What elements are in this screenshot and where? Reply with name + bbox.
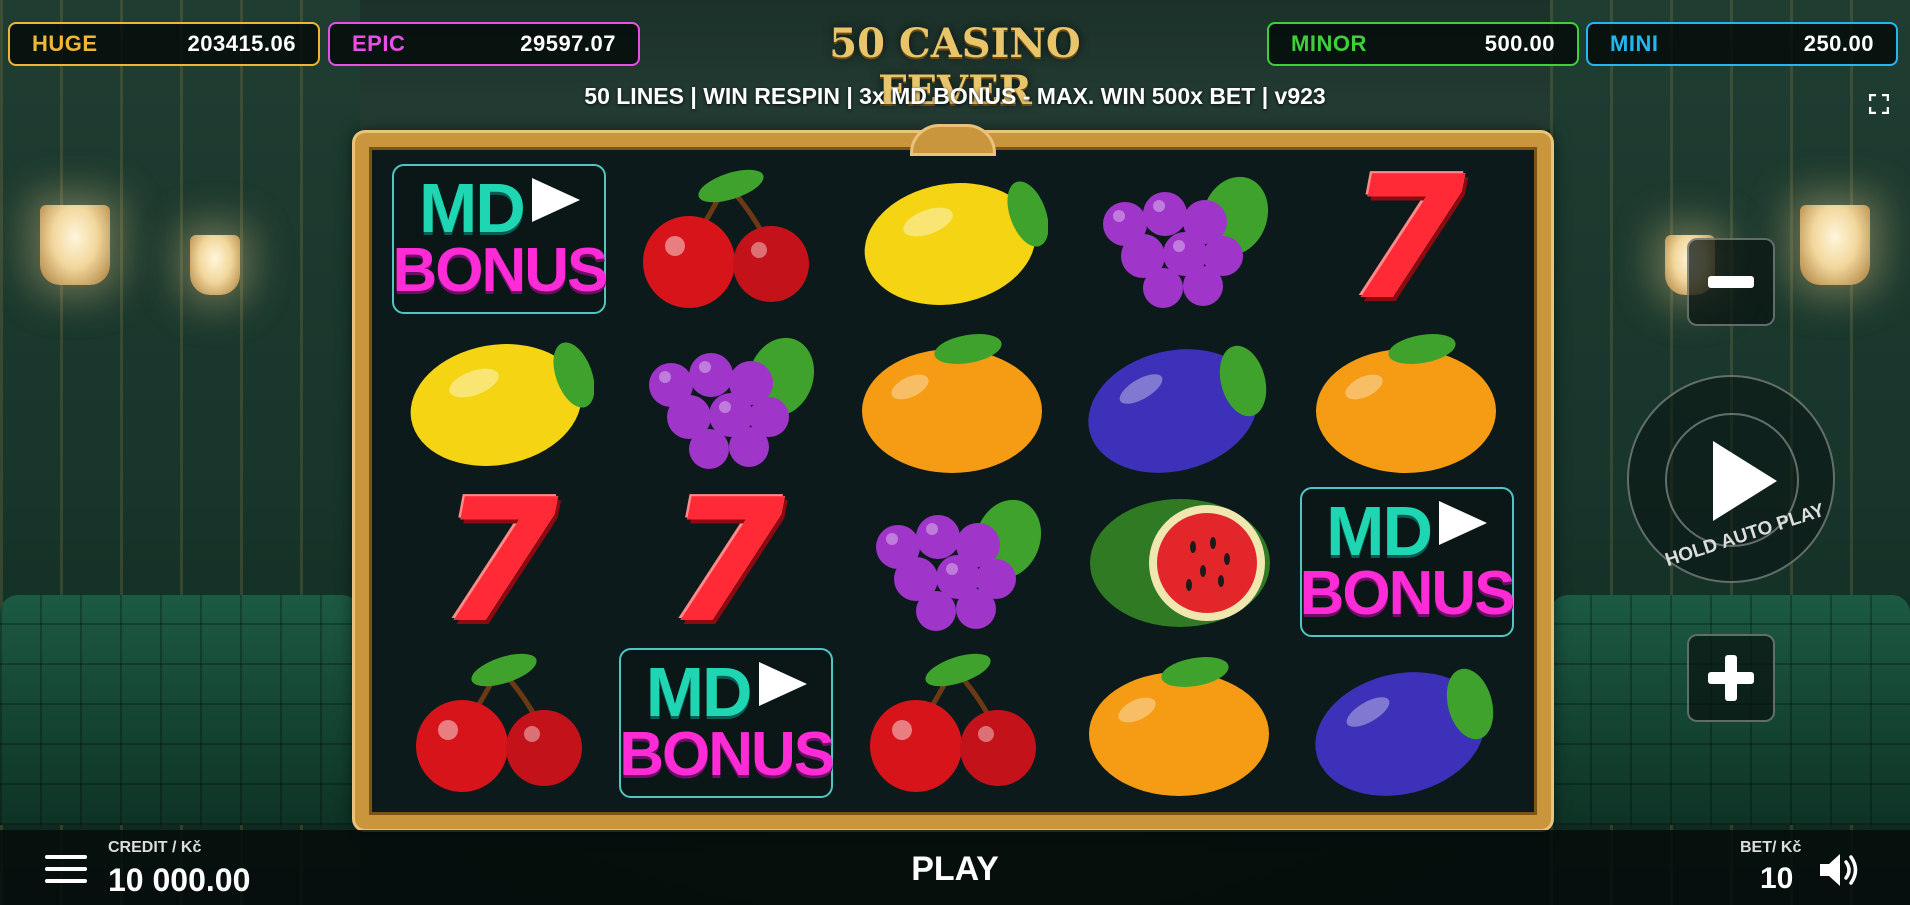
orange-icon bbox=[1315, 334, 1496, 474]
md-bonus-icon: MD BONUS bbox=[1299, 486, 1516, 637]
reel-cell bbox=[391, 323, 608, 479]
reel-cell: 7 bbox=[391, 462, 608, 661]
play-icon bbox=[1713, 441, 1777, 521]
jackpot-huge: HUGE 203415.06 bbox=[8, 22, 320, 66]
reel-cell: 7 bbox=[618, 462, 835, 661]
jackpot-value: 203415.06 bbox=[187, 31, 296, 56]
plum-icon bbox=[1314, 669, 1493, 797]
md-bonus-icon: MD BONUS bbox=[619, 648, 835, 799]
jackpot-value: 250.00 bbox=[1803, 31, 1874, 56]
jackpot-value: 500.00 bbox=[1484, 31, 1555, 56]
reel-cell bbox=[845, 161, 1062, 317]
fullscreen-icon[interactable] bbox=[1869, 94, 1889, 114]
reel-cell bbox=[1298, 646, 1515, 802]
wall-lamp-icon bbox=[1800, 205, 1870, 285]
play-triangle-icon bbox=[531, 177, 580, 222]
lemon-icon bbox=[411, 342, 595, 467]
bet-increase-button[interactable] bbox=[1687, 634, 1775, 722]
orange-icon bbox=[861, 334, 1042, 474]
jackpot-value: 29597.07 bbox=[520, 31, 616, 56]
bet-value: 10 bbox=[1760, 862, 1794, 895]
play-triangle-icon bbox=[758, 662, 807, 707]
reel-cell bbox=[1071, 161, 1288, 317]
jackpot-label: EPIC bbox=[352, 31, 406, 56]
reel-cell bbox=[845, 646, 1062, 802]
plum-icon bbox=[1088, 346, 1266, 474]
cherry-icon bbox=[869, 654, 1036, 793]
seven-icon: 7 bbox=[440, 462, 559, 661]
play-button[interactable]: PLAY bbox=[855, 850, 1055, 889]
reel-cell bbox=[1071, 484, 1288, 640]
jackpot-label: MINOR bbox=[1291, 31, 1367, 56]
menu-icon[interactable] bbox=[45, 855, 87, 885]
reel-cell: MD BONUS bbox=[391, 161, 608, 317]
game-info-line: 50 LINES | WIN RESPIN | 3x MD BONUS - MA… bbox=[584, 83, 1326, 109]
seven-icon: 7 bbox=[1347, 139, 1466, 338]
reel-frame: MD BONUS 7 7 7 MD BONUS MD BONUS bbox=[355, 127, 1551, 829]
grapes-icon bbox=[1102, 176, 1268, 308]
wall-lamp-icon bbox=[40, 205, 110, 285]
orange-icon bbox=[1088, 657, 1269, 797]
grapes-icon bbox=[649, 338, 815, 470]
grapes-icon bbox=[875, 499, 1042, 631]
sound-icon[interactable] bbox=[1818, 850, 1862, 890]
watermelon-icon bbox=[1089, 498, 1270, 627]
jackpot-mini: MINI 250.00 bbox=[1586, 22, 1898, 66]
reel-cell bbox=[845, 323, 1062, 479]
background-left-sofa bbox=[0, 595, 360, 825]
seven-icon: 7 bbox=[667, 462, 786, 661]
jackpot-label: HUGE bbox=[32, 31, 98, 56]
md-bonus-icon: MD BONUS bbox=[392, 163, 608, 314]
reel-cell bbox=[1071, 646, 1288, 802]
cherry-icon bbox=[643, 169, 810, 308]
reel-cell: MD BONUS bbox=[618, 646, 835, 802]
minus-icon bbox=[1708, 276, 1754, 288]
bet-decrease-button[interactable] bbox=[1687, 238, 1775, 326]
wall-lamp-icon bbox=[190, 235, 240, 295]
reel-cell bbox=[1071, 323, 1288, 479]
reel-cell: 7 bbox=[1298, 139, 1515, 338]
jackpot-epic: EPIC 29597.07 bbox=[328, 22, 640, 66]
reel-cell bbox=[618, 161, 835, 317]
bonus-text-bottom: BONUS bbox=[392, 235, 608, 305]
jackpot-minor: MINOR 500.00 bbox=[1267, 22, 1579, 66]
reel-cell bbox=[391, 646, 608, 802]
play-triangle-icon bbox=[1439, 500, 1488, 545]
reel-grid: MD BONUS 7 7 7 MD BONUS MD BONUS bbox=[391, 139, 1516, 802]
bet-label: BET/ Kč bbox=[1740, 839, 1802, 856]
frame-ornament bbox=[913, 127, 993, 153]
jackpot-label: MINI bbox=[1610, 31, 1659, 56]
credit-label: CREDIT / Kč bbox=[108, 839, 202, 856]
reel-cell bbox=[845, 484, 1062, 640]
cherry-icon bbox=[416, 654, 583, 793]
reel-cell bbox=[1298, 323, 1515, 479]
credit-value: 10 000.00 bbox=[108, 862, 251, 898]
bonus-text-bottom: BONUS bbox=[1299, 558, 1516, 628]
reel-cell bbox=[618, 323, 835, 479]
bonus-text-bottom: BONUS bbox=[619, 720, 835, 790]
plus-icon bbox=[1708, 655, 1754, 701]
reel-cell: MD BONUS bbox=[1298, 484, 1516, 640]
lemon-icon bbox=[864, 181, 1048, 305]
